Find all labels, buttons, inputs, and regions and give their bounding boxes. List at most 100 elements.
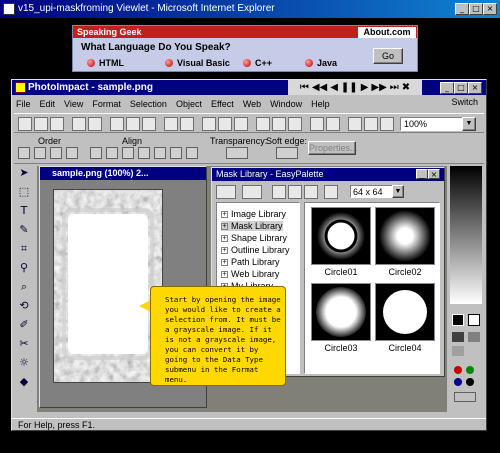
menu-edit[interactable]: Edit [40, 99, 56, 109]
align-top-icon[interactable] [138, 147, 150, 159]
black-channel-icon[interactable] [466, 378, 474, 386]
pick-tool-icon[interactable]: ➤ [17, 166, 31, 180]
tree-item-shape-library[interactable]: + Shape Library [221, 233, 287, 243]
thumb-circle02[interactable] [375, 207, 435, 265]
properties-button[interactable]: Properties... [308, 141, 358, 155]
grid-icon[interactable] [380, 117, 394, 131]
layer-icon[interactable] [326, 117, 340, 131]
eyedropper-icon[interactable]: ⚲ [17, 261, 31, 275]
effect-icon[interactable] [272, 117, 286, 131]
gallery-icon[interactable] [216, 185, 236, 199]
blue-channel-icon[interactable] [454, 378, 462, 386]
play-icon[interactable]: ▶ [361, 82, 369, 93]
tree-item-image-library[interactable]: + Image Library [221, 209, 286, 219]
thumb-view-icon[interactable] [288, 185, 302, 199]
ad-option-html[interactable]: HTML [87, 58, 124, 68]
image-canvas[interactable] [53, 189, 163, 383]
print-icon[interactable] [72, 117, 86, 131]
expand-icon[interactable]: + [221, 246, 228, 254]
transform-tool-icon[interactable]: ⟲ [17, 299, 31, 313]
palette-close-button[interactable]: × [428, 169, 440, 179]
menu-web[interactable]: Web [243, 99, 261, 109]
bring-forward-icon[interactable] [34, 147, 46, 159]
grayscale-gradient[interactable] [450, 166, 482, 304]
expand-icon[interactable]: + [221, 210, 228, 218]
browser-minimize-button[interactable]: _ [455, 3, 469, 15]
text-effect-icon[interactable] [288, 117, 302, 131]
zoom-select[interactable]: 100% [400, 117, 464, 131]
green-channel-icon[interactable] [466, 366, 474, 374]
crop-tool-icon[interactable]: ⌗ [17, 242, 31, 256]
cut-icon[interactable] [110, 117, 124, 131]
selection-tool-icon[interactable]: ⬚ [17, 185, 31, 199]
save-icon[interactable] [50, 117, 64, 131]
red-channel-icon[interactable] [454, 366, 462, 374]
align-both-icon[interactable] [186, 147, 198, 159]
palette-icon[interactable] [348, 117, 362, 131]
menu-format[interactable]: Format [92, 99, 121, 109]
clone-tool-icon[interactable]: ✂ [17, 337, 31, 351]
first-icon[interactable]: ⏮ [300, 82, 309, 93]
menu-help[interactable]: Help [311, 99, 330, 109]
paste-icon[interactable] [142, 117, 156, 131]
redo-icon[interactable] [180, 117, 194, 131]
rotate-icon[interactable] [234, 117, 248, 131]
browser-close-button[interactable]: × [483, 3, 497, 15]
app-minimize-button[interactable]: _ [440, 82, 454, 94]
fast-forward-icon[interactable]: ▶▶ [371, 82, 386, 93]
menu-view[interactable]: View [64, 99, 83, 109]
browser-maximize-button[interactable]: □ [469, 3, 483, 15]
swatch[interactable] [468, 332, 480, 342]
ad-banner[interactable]: Speaking Geek About.com What Language Do… [72, 25, 418, 72]
save-gallery-icon[interactable] [242, 185, 262, 199]
thumb-size-select[interactable]: 64 x 64 [350, 185, 394, 198]
send-back-icon[interactable] [66, 147, 78, 159]
ad-option-java[interactable]: Java [305, 58, 337, 68]
info-icon[interactable] [304, 185, 318, 199]
rewind-icon[interactable]: ◀◀ [312, 82, 327, 93]
ad-option-vb[interactable]: Visual Basic [165, 58, 230, 68]
last-icon[interactable]: ⏭ [390, 82, 399, 93]
paint-tool-icon[interactable]: ✐ [17, 318, 31, 332]
align-center-icon[interactable] [106, 147, 118, 159]
bring-front-icon[interactable] [18, 147, 30, 159]
align-bottom-icon[interactable] [170, 147, 182, 159]
expand-icon[interactable]: + [221, 222, 228, 230]
foreground-color-swatch[interactable] [452, 314, 464, 326]
resize-icon[interactable] [218, 117, 232, 131]
soft-edge-stepper[interactable] [276, 147, 298, 159]
pause-icon[interactable]: ❚❚ [341, 82, 358, 93]
expand-icon[interactable]: + [221, 258, 228, 266]
copy-icon[interactable] [126, 117, 140, 131]
swatch[interactable] [452, 332, 464, 342]
align-middle-icon[interactable] [154, 147, 166, 159]
undo-icon[interactable] [164, 117, 178, 131]
apply-icon[interactable] [324, 185, 338, 199]
crop-icon[interactable] [202, 117, 216, 131]
align-left-icon[interactable] [90, 147, 102, 159]
app-maximize-button[interactable]: □ [454, 82, 468, 94]
menu-window[interactable]: Window [270, 99, 302, 109]
open-icon[interactable] [34, 117, 48, 131]
palette-minimize-button[interactable]: _ [416, 169, 428, 179]
menu-effect[interactable]: Effect [211, 99, 234, 109]
tree-item-path-library[interactable]: + Path Library [221, 257, 280, 267]
menu-file[interactable]: File [16, 99, 31, 109]
path-tool-icon[interactable]: ✎ [17, 223, 31, 237]
channel-toggle[interactable] [454, 392, 476, 402]
preview-icon[interactable] [88, 117, 102, 131]
expand-icon[interactable]: + [221, 270, 228, 278]
browser-icon[interactable] [364, 117, 378, 131]
align-right-icon[interactable] [122, 147, 134, 159]
tree-item-mask-library[interactable]: + Mask Library [221, 221, 283, 231]
tree-item-outline-library[interactable]: + Outline Library [221, 245, 290, 255]
transparency-stepper[interactable] [226, 147, 248, 159]
send-backward-icon[interactable] [50, 147, 62, 159]
app-close-button[interactable]: × [468, 82, 482, 94]
retouch-tool-icon[interactable]: ☼ [17, 356, 31, 370]
back-icon[interactable]: ◀ [330, 82, 338, 93]
enhance-icon[interactable] [256, 117, 270, 131]
zoom-tool-icon[interactable]: ⌕ [17, 280, 31, 294]
swatch[interactable] [468, 346, 480, 356]
swatch[interactable] [452, 346, 464, 356]
